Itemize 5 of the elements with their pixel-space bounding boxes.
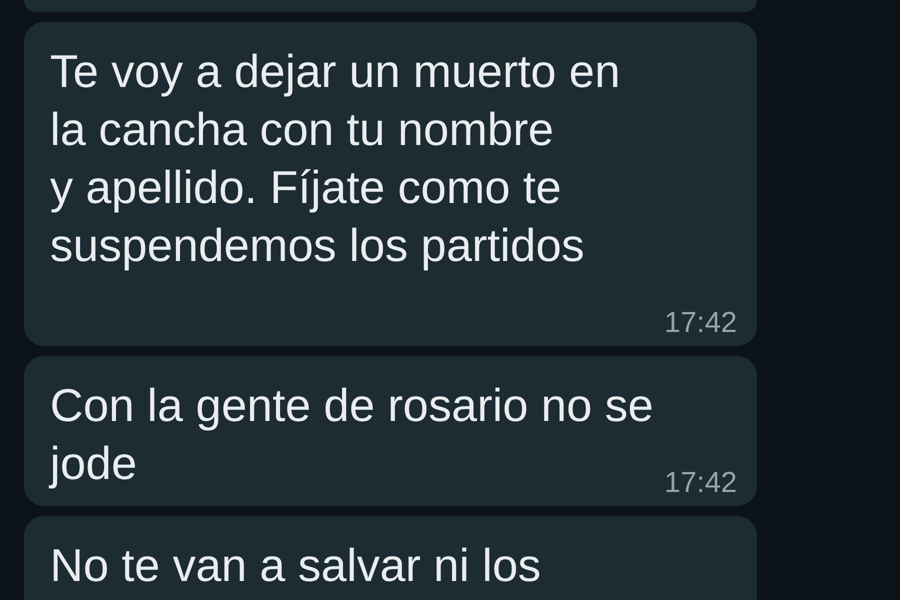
message-text: Con la gente de rosario no se jode [50,379,654,489]
message-text: No te van a salvar ni los [50,539,541,591]
message-time: 17:42 [664,309,737,338]
message-time: 17:42 [664,469,737,498]
message-text: Te voy a dejar un muerto en la cancha con tu nombre y apellido. Fíjate como te suspendemos los partidos [50,45,620,271]
